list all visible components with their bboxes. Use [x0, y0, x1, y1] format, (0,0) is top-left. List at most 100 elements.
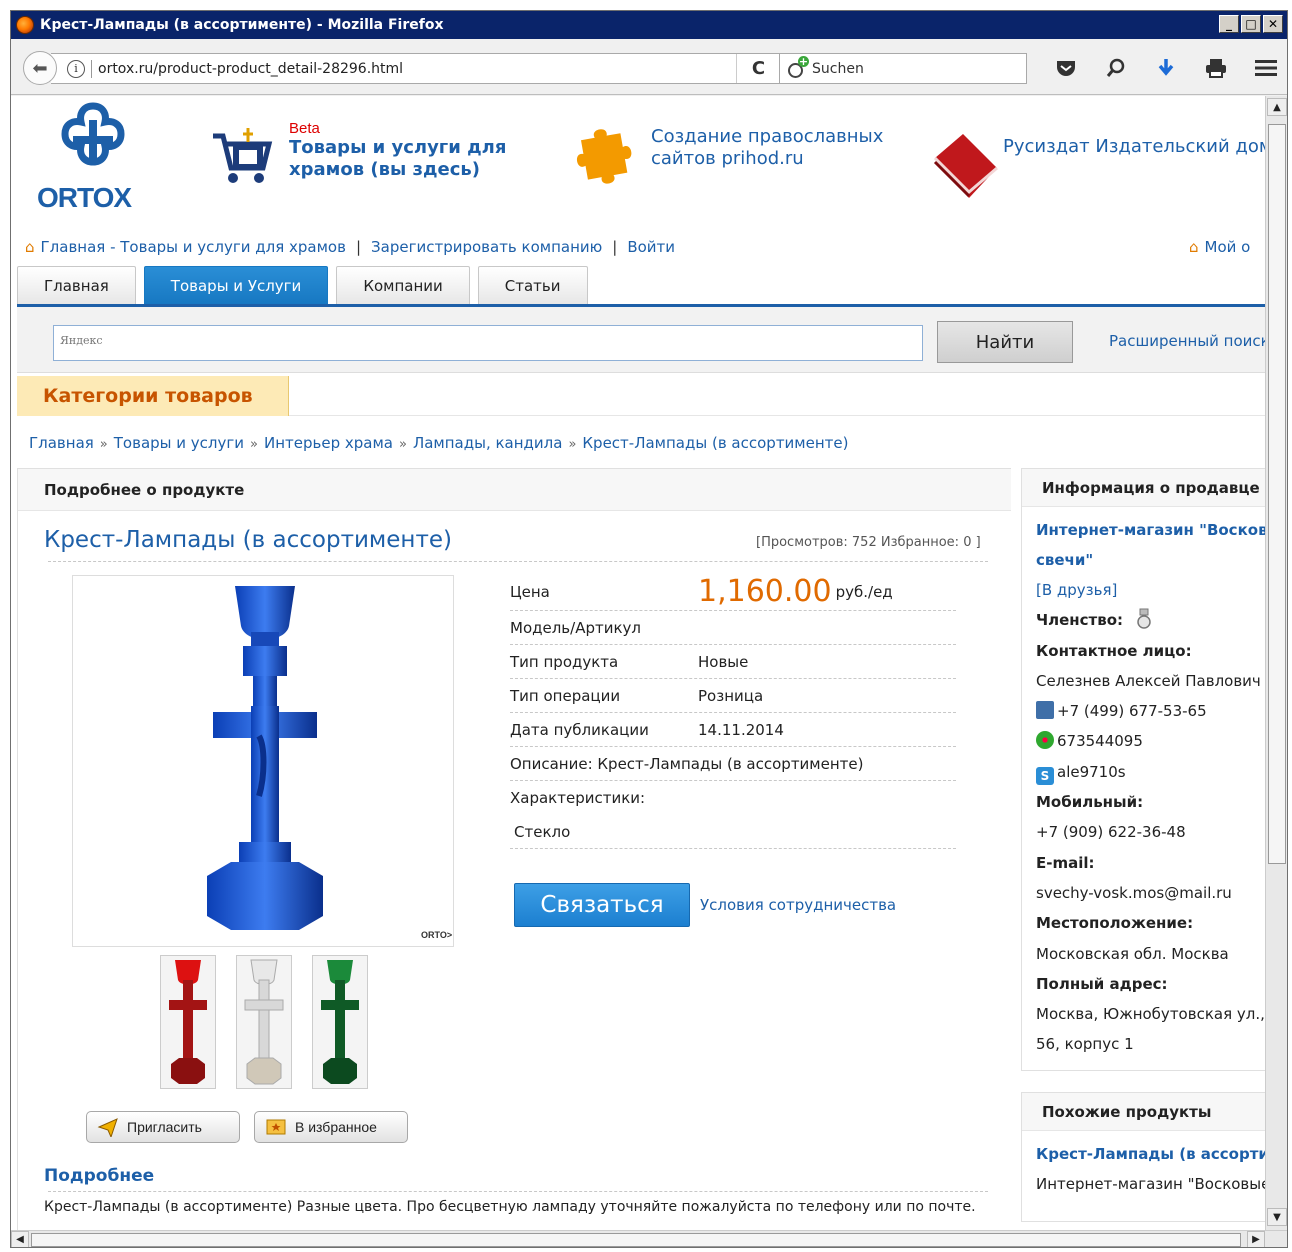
- maximize-button[interactable]: □: [1241, 15, 1261, 33]
- address-line1: Москва, Южнобутовская ул., д: [1036, 1005, 1265, 1024]
- promo-publisher-title[interactable]: Русиздат Издательский дом: [1003, 136, 1265, 158]
- horizontal-scrollbar[interactable]: ◀ ▶: [11, 1230, 1287, 1247]
- contact-button[interactable]: Связаться: [514, 883, 690, 927]
- tab-articles[interactable]: Статьи: [477, 266, 588, 304]
- browser-search-field[interactable]: Suchen: [779, 53, 1027, 84]
- invite-button[interactable]: Пригласить: [86, 1111, 240, 1143]
- scroll-right-arrow[interactable]: ▶: [1247, 1231, 1265, 1247]
- product-image[interactable]: ORTO>: [72, 575, 454, 947]
- red-book-icon: [933, 134, 998, 198]
- details-text: Крест-Лампады (в ассортименте) Разные цв…: [44, 1199, 976, 1215]
- reload-icon[interactable]: C: [736, 54, 780, 83]
- invite-label: Пригласить: [127, 1119, 202, 1135]
- promo-shop-title[interactable]: Товары и услуги для храмов (вы здесь): [289, 137, 509, 181]
- price-row: Цена 1,160.00 руб./ед: [510, 573, 956, 611]
- vertical-scrollbar[interactable]: ▲ ▼: [1265, 96, 1287, 1230]
- login-link[interactable]: Войти: [627, 238, 675, 256]
- breadcrumb-item[interactable]: Интерьер храма: [264, 434, 393, 452]
- thumbnail-clear[interactable]: [236, 955, 292, 1089]
- terms-link[interactable]: Условия сотрудничества: [700, 896, 896, 914]
- download-icon[interactable]: [1141, 53, 1191, 83]
- home-link[interactable]: Главная - Товары и услуги для храмов: [41, 238, 346, 256]
- image-watermark: ORTO>: [421, 930, 452, 940]
- back-button[interactable]: ⬅: [23, 51, 57, 85]
- pocket-icon[interactable]: [1041, 53, 1091, 83]
- similar-product-link[interactable]: Крест-Лампады (в ассортиме: [1036, 1139, 1265, 1169]
- views-counter: [Просмотров: 752 Избранное: 0 ]: [756, 535, 981, 550]
- title-bar: Крест-Лампады (в ассортименте) - Mozilla…: [11, 11, 1287, 39]
- thumbnail-red[interactable]: [160, 955, 216, 1089]
- url-bar[interactable]: i ortox.ru/product-product_detail-28296.…: [51, 53, 781, 84]
- promo-publisher[interactable]: Русиздат Издательский дом: [929, 128, 1265, 208]
- scroll-up-arrow[interactable]: ▲: [1267, 98, 1287, 116]
- invite-icon: [97, 1118, 118, 1137]
- tab-home[interactable]: Главная: [17, 266, 136, 304]
- phone-row: +7 (499) 677-53-65: [1036, 696, 1265, 726]
- tab-companies[interactable]: Компании: [336, 266, 470, 304]
- description-row: Описание: Крест-Лампады (в ассортименте): [510, 747, 956, 781]
- location-value: Московская обл. Москва: [1036, 944, 1229, 963]
- breadcrumb-item[interactable]: Главная: [29, 434, 94, 452]
- address-label: Полный адрес:: [1036, 974, 1168, 993]
- promo-shop[interactable]: Beta Товары и услуги для храмов (вы здес…: [211, 120, 509, 188]
- mobile-value: +7 (909) 622-36-48: [1036, 823, 1186, 842]
- product-title: Крест-Лампады (в ассортименте): [44, 527, 452, 553]
- characteristics-value: Стекло: [510, 815, 956, 849]
- scroll-down-arrow[interactable]: ▼: [1267, 1208, 1287, 1226]
- operation-row: Тип операции Розница: [510, 679, 956, 713]
- my-office-link[interactable]: ⌂ Мой о: [1189, 238, 1250, 256]
- characteristics-label: Характеристики:: [510, 789, 646, 807]
- ortox-cross-icon: [61, 102, 125, 166]
- favorite-label: В избранное: [295, 1119, 377, 1135]
- close-button[interactable]: ✕: [1263, 15, 1283, 33]
- favorite-button[interactable]: В избранное: [254, 1111, 408, 1143]
- seller-info-heading: Информация о продавце: [1022, 469, 1265, 507]
- tab-goods-services[interactable]: Товары и Услуги: [143, 266, 329, 304]
- mobile-label: Мобильный:: [1036, 793, 1144, 812]
- contact-person-label: Контактное лицо:: [1036, 641, 1192, 660]
- skype-row[interactable]: Sale9710s: [1036, 757, 1265, 787]
- puzzle-icon: [577, 129, 632, 184]
- print-icon[interactable]: [1191, 53, 1241, 83]
- add-friend-link[interactable]: [В друзья]: [1036, 575, 1265, 605]
- minimize-button[interactable]: _: [1219, 15, 1239, 33]
- similar-products-heading: Похожие продукты: [1022, 1093, 1265, 1131]
- menu-icon[interactable]: [1241, 53, 1287, 83]
- vertical-scroll-thumb[interactable]: [1268, 124, 1286, 864]
- info-icon[interactable]: i: [67, 59, 85, 78]
- main-tabs: Главная Товары и Услуги Компании Статьи: [17, 266, 596, 306]
- thumbnail-strip: [160, 955, 368, 1089]
- breadcrumb-item[interactable]: Товары и услуги: [114, 434, 244, 452]
- ortox-logo[interactable]: ORTOX: [37, 100, 157, 214]
- firefox-icon: [16, 16, 34, 34]
- back-arrow-icon: ⬅: [32, 57, 48, 79]
- email-value[interactable]: svechy-vosk.mos@mail.ru: [1036, 878, 1265, 908]
- product-panel-heading: Подробнее о продукте: [18, 469, 1011, 511]
- yandex-search-input[interactable]: Яндекс: [53, 325, 923, 361]
- find-button[interactable]: Найти: [937, 321, 1073, 363]
- scroll-left-arrow[interactable]: ◀: [11, 1231, 29, 1247]
- site-header: ORTOX Beta Товары и услуги для храмов (в…: [11, 96, 1265, 231]
- horizontal-scroll-thumb[interactable]: [31, 1233, 1241, 1247]
- icq-icon: [1036, 731, 1054, 750]
- advanced-search-link[interactable]: Расширенный поиск: [1109, 332, 1265, 350]
- promo-sites-title[interactable]: Создание православных сайтов prihod.ru: [651, 126, 891, 170]
- seller-info-panel: Информация о продавце Интернет-магазин "…: [1021, 468, 1265, 1071]
- register-link[interactable]: Зарегистрировать компанию: [371, 238, 602, 256]
- breadcrumb-item[interactable]: Лампады, кандила: [413, 434, 563, 452]
- search-icon[interactable]: [1091, 53, 1141, 83]
- url-text[interactable]: ortox.ru/product-product_detail-28296.ht…: [98, 61, 403, 77]
- categories-bar: Категории товаров: [17, 376, 1265, 416]
- icq-row: 673544095: [1036, 726, 1265, 756]
- breadcrumb-item[interactable]: Крест-Лампады (в ассортименте): [582, 434, 848, 452]
- categories-button[interactable]: Категории товаров: [17, 376, 289, 416]
- top-navigation: ⌂ Главная - Товары и услуги для храмов | За…: [25, 238, 676, 256]
- product-panel: Подробнее о продукте Крест-Лампады (в ас…: [17, 468, 1011, 1230]
- thumbnail-green[interactable]: [312, 955, 368, 1089]
- date-row: Дата публикации 14.11.2014: [510, 713, 956, 747]
- promo-sites[interactable]: Создание православных сайтов prihod.ru: [571, 126, 891, 196]
- browser-window: Крест-Лампады (в ассортименте) - Mozilla…: [10, 10, 1288, 1248]
- beta-label: Beta: [289, 120, 320, 137]
- skype-icon: S: [1036, 766, 1054, 785]
- seller-name-link[interactable]: Интернет-магазин "Восковые свечи": [1036, 515, 1265, 575]
